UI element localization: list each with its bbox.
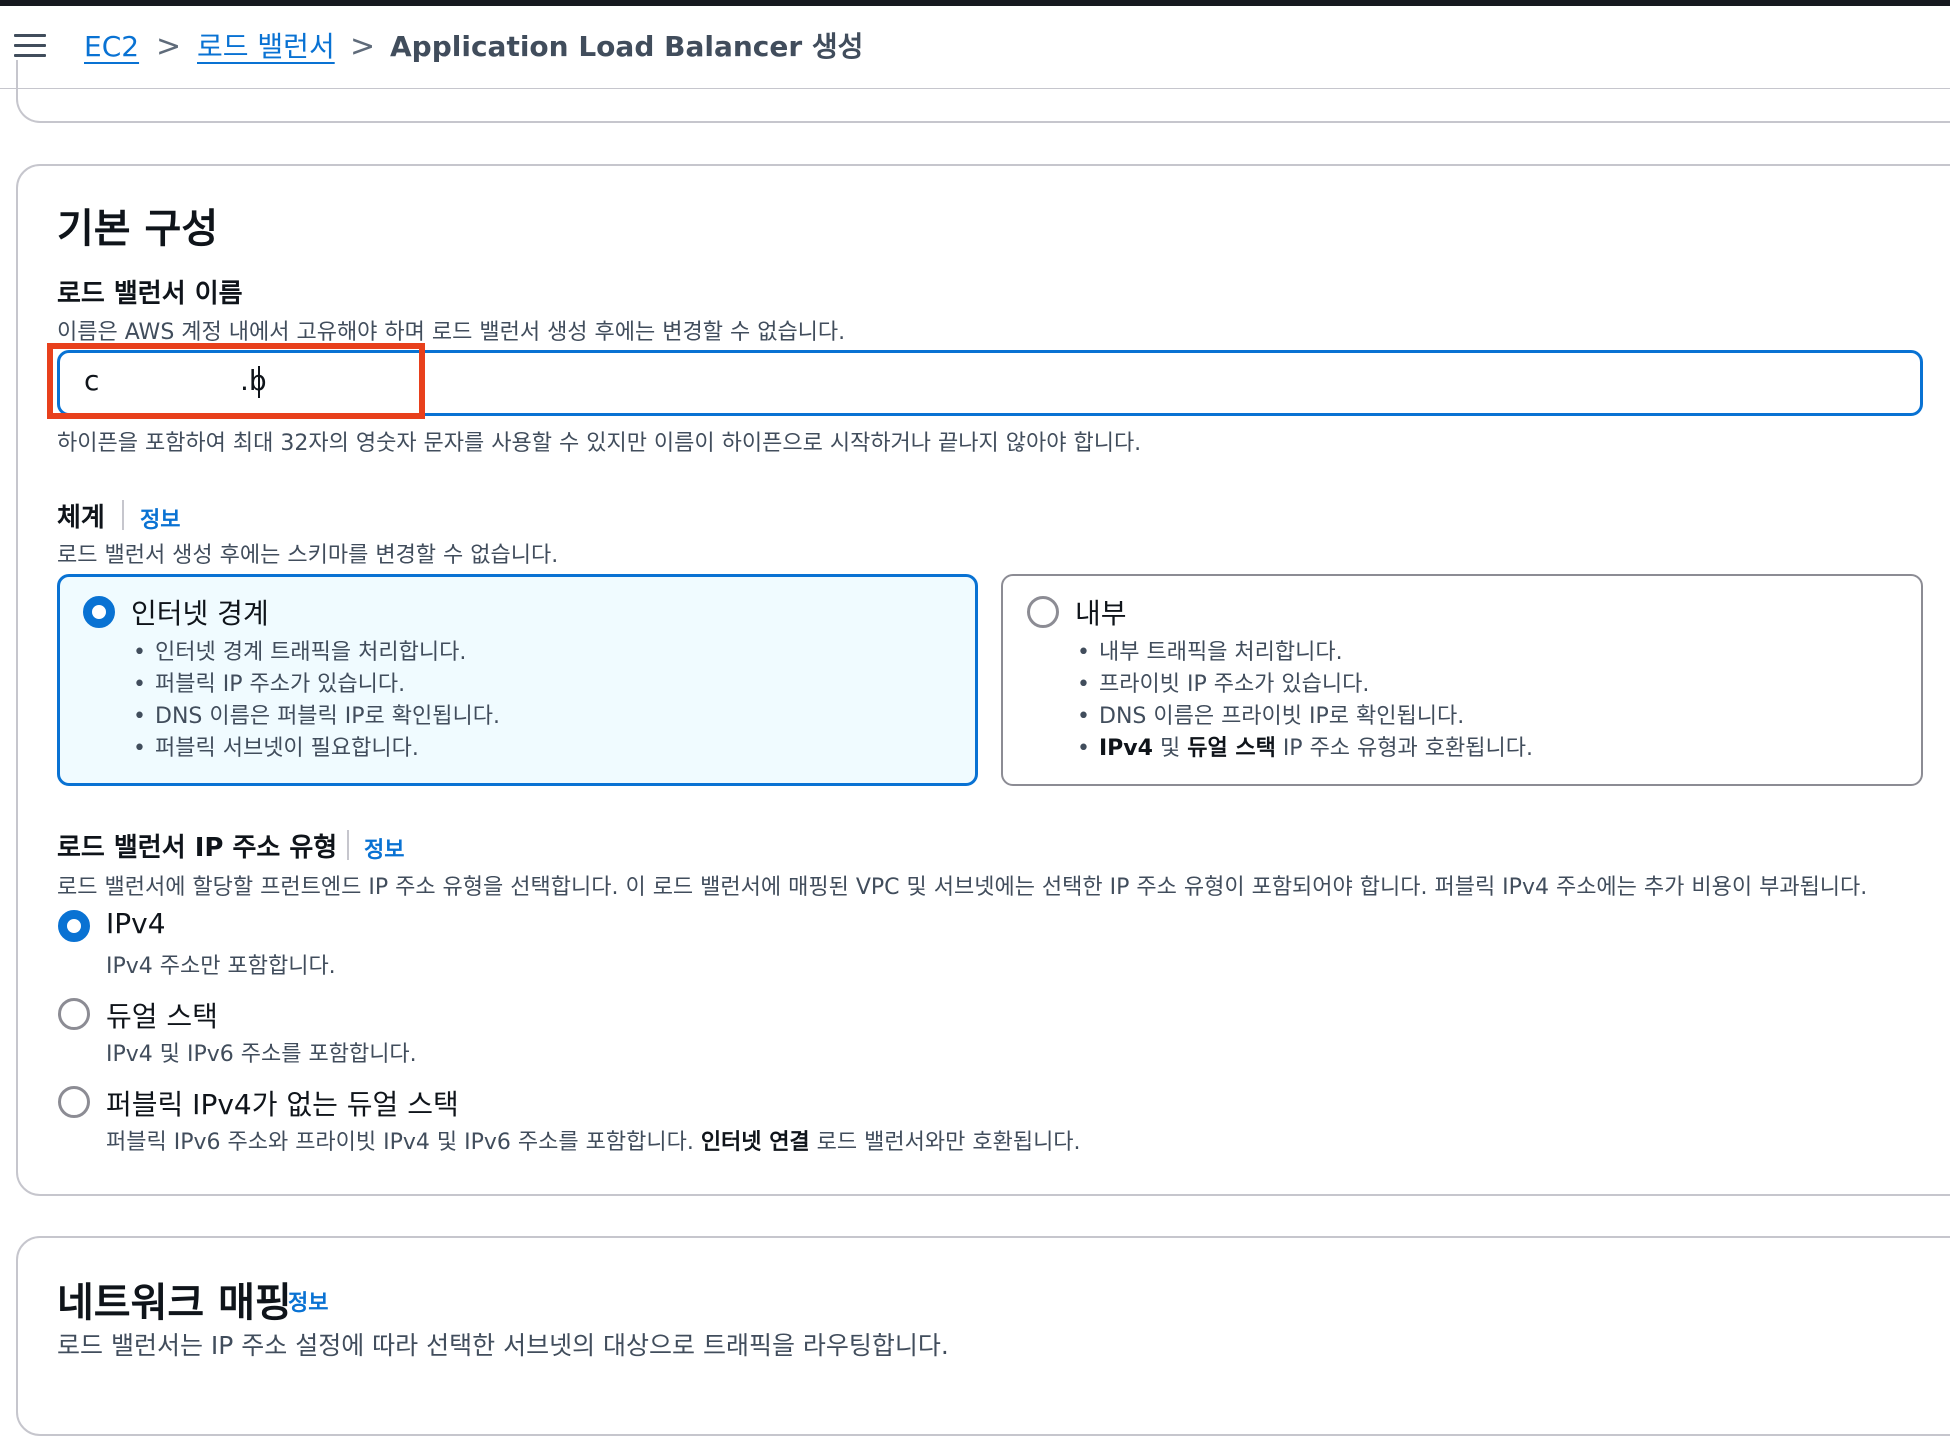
network-mapping-info-link[interactable]: 정보 [288, 1285, 328, 1317]
scheme-info-link[interactable]: 정보 [140, 502, 180, 534]
dualstack-radio[interactable] [58, 998, 90, 1030]
dualstack-without-public-ipv4-description: 퍼블릭 IPv6 주소와 프라이빗 IPv4 및 IPv6 주소를 포함합니다.… [106, 1124, 1081, 1156]
network-mapping-description: 로드 밸런서는 IP 주소 설정에 따라 선택한 서브넷의 대상으로 트래픽을 … [57, 1331, 949, 1360]
desc-bold-internet-facing: 인터넷 연결 [700, 1130, 810, 1155]
internet-facing-bullet: 퍼블릭 서브넷이 필요합니다. [133, 730, 419, 762]
ip-address-type-info-link[interactable]: 정보 [364, 832, 404, 864]
scheme-label: 체계 [57, 503, 105, 533]
internet-facing-title: 인터넷 경계 [131, 597, 269, 630]
network-mapping-title: 네트워크 매핑 [57, 1280, 292, 1326]
internet-facing-bullet: DNS 이름은 퍼블릭 IP로 확인됩니다. [133, 698, 500, 730]
bullet-bold-dualstack: 듀얼 스택 [1187, 736, 1276, 761]
internal-bullet: 내부 트래픽을 처리합니다. [1077, 634, 1343, 666]
load-balancer-name-label: 로드 밸런서 이름 [57, 279, 243, 309]
desc-text: 로드 밸런서와만 호환됩니다. [809, 1130, 1081, 1155]
previous-panel-edge [16, 60, 1950, 123]
desc-text: 퍼블릭 IPv6 주소와 프라이빗 IPv4 및 IPv6 주소를 포함합니다. [106, 1130, 701, 1155]
ipv4-title[interactable]: IPv4 [106, 907, 166, 940]
label-separator [122, 500, 124, 530]
bullet-bold-ipv4: IPv4 [1099, 736, 1153, 761]
dualstack-without-public-ipv4-radio[interactable] [58, 1086, 90, 1118]
internal-radio[interactable] [1027, 596, 1059, 628]
internet-facing-radio[interactable] [83, 596, 115, 628]
basic-configuration-title: 기본 구성 [57, 206, 219, 252]
load-balancer-name-constraint: 하이픈을 포함하여 최대 32자의 영숫자 문자를 사용할 수 있지만 이름이 … [57, 431, 1142, 456]
ipv4-description: IPv4 주소만 포함합니다. [106, 954, 336, 979]
dualstack-description: IPv4 및 IPv6 주소를 포함합니다. [106, 1042, 417, 1067]
internal-bullet-compatibility: IPv4 및 듀얼 스택 IP 주소 유형과 호환됩니다. [1077, 730, 1533, 762]
bullet-text: 및 [1152, 736, 1188, 761]
scheme-description: 로드 밸런서 생성 후에는 스키마를 변경할 수 없습니다. [57, 543, 559, 568]
dualstack-title[interactable]: 듀얼 스택 [106, 995, 218, 1035]
hamburger-menu-icon[interactable] [14, 34, 46, 58]
bullet-text: IP 주소 유형과 호환됩니다. [1275, 736, 1533, 761]
internal-bullet: DNS 이름은 프라이빗 IP로 확인됩니다. [1077, 698, 1464, 730]
ipv4-radio[interactable] [58, 910, 90, 942]
internal-title: 내부 [1075, 597, 1127, 630]
label-separator [347, 830, 349, 860]
dualstack-without-public-ipv4-title[interactable]: 퍼블릭 IPv4가 없는 듀얼 스택 [106, 1083, 459, 1123]
ip-address-type-description: 로드 밸런서에 할당할 프런트엔드 IP 주소 유형을 선택합니다. 이 로드 … [57, 875, 1868, 900]
load-balancer-name-description: 이름은 AWS 계정 내에서 고유해야 하며 로드 밸런서 생성 후에는 변경할… [57, 320, 846, 345]
ip-address-type-label: 로드 밸런서 IP 주소 유형 [57, 833, 338, 863]
internal-bullet: 프라이빗 IP 주소가 있습니다. [1077, 666, 1369, 698]
internet-facing-bullet: 퍼블릭 IP 주소가 있습니다. [133, 666, 405, 698]
highlight-annotation-box [47, 343, 425, 419]
internet-facing-bullet: 인터넷 경계 트래픽을 처리합니다. [133, 634, 466, 666]
